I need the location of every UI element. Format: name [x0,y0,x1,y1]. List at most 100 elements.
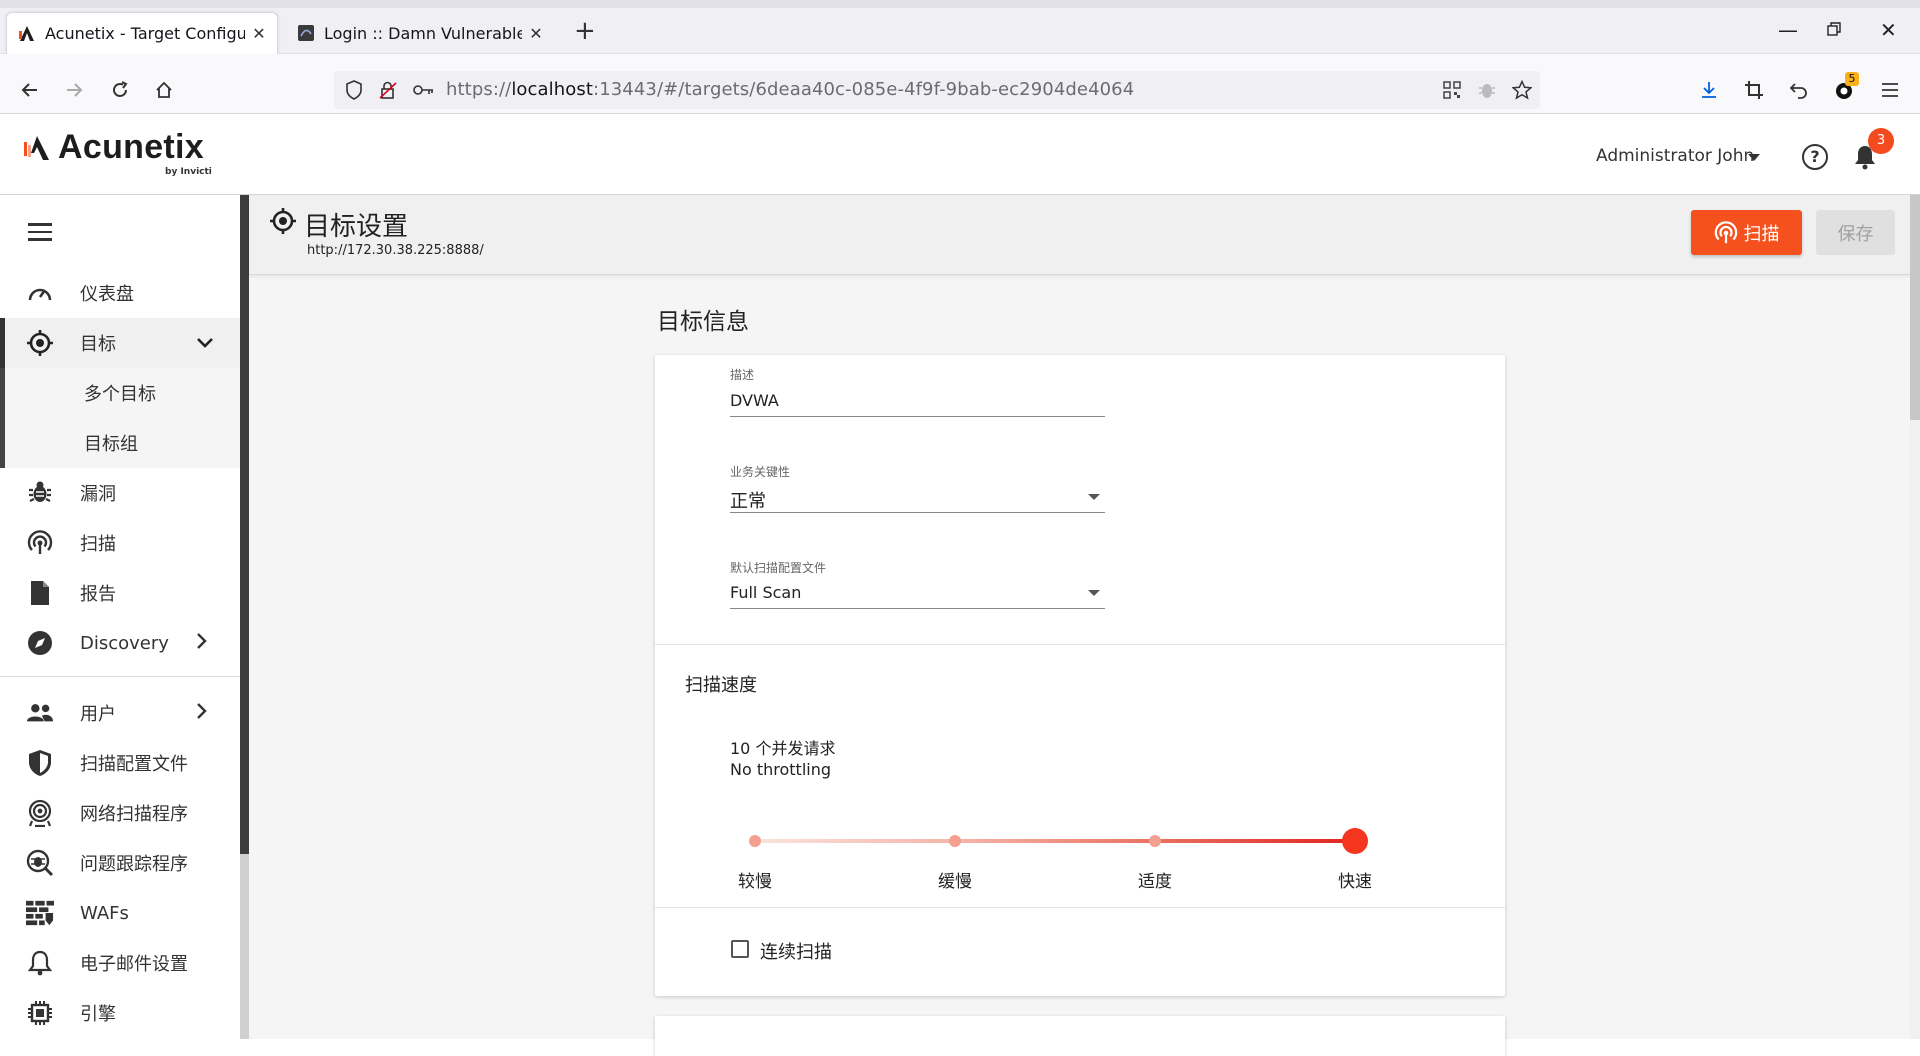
dropdown-caret-icon[interactable] [1088,590,1100,596]
scan-speed-slider[interactable] [755,839,1355,843]
app-menu-icon[interactable] [1878,78,1902,102]
report-document-icon [26,579,54,607]
user-menu-caret-icon[interactable] [1748,154,1760,161]
slider-stop-slow[interactable] [949,835,961,847]
chevron-right-icon[interactable] [196,632,208,655]
acunetix-logo[interactable]: Acunetix [22,128,204,167]
download-icon[interactable] [1697,78,1721,102]
sidebar-item-vulnerabilities[interactable]: 漏洞 [0,468,240,518]
slider-stop-moderate[interactable] [1149,835,1161,847]
sidebar-item-users[interactable]: 用户 [0,688,240,738]
continuous-scan-label[interactable]: 连续扫描 [760,938,832,964]
scan-button-label: 扫描 [1743,223,1780,245]
scan-speed-description: 10 个并发请求 [730,739,836,758]
bookmark-star-icon[interactable] [1510,78,1534,102]
description-label: 描述 [730,368,755,382]
tab-close-icon[interactable]: ✕ [251,24,267,43]
dvwa-favicon-icon [296,23,316,43]
crop-icon[interactable] [1742,78,1766,102]
sidebar-item-network-scanner[interactable]: 网络扫描程序 [0,788,240,838]
speed-label-fast[interactable]: 快速 [1338,867,1372,892]
sidebar-item-label: 用户 [80,704,116,725]
sidebar-item-reports[interactable]: 报告 [0,568,240,618]
scan-speed-throttle: No throttling [730,760,832,779]
tab-close-icon[interactable]: ✕ [528,24,544,43]
criticality-underline [730,512,1105,513]
help-icon[interactable]: ? [1802,144,1828,170]
sidebar-item-scan-profiles[interactable]: 扫描配置文件 [0,738,240,788]
criticality-select[interactable]: 正常 [730,487,766,513]
bug-icon [26,479,54,507]
main-scrollbar-thumb[interactable] [1910,195,1920,420]
firewall-icon [26,899,54,927]
key-icon[interactable] [412,78,436,102]
insecure-lock-icon[interactable] [376,78,400,102]
scan-profile-select[interactable]: Full Scan [730,583,801,602]
sidebar-item-email-settings[interactable]: 电子邮件设置 [0,938,240,988]
tab-bar-top-strip [0,0,1920,8]
sidebar-item-label: Discovery [80,632,169,654]
sidebar-item-wafs[interactable]: WAFs [0,888,240,938]
sidebar-scrollbar-track[interactable] [240,854,249,1039]
home-icon[interactable] [152,78,176,102]
logo-text: Acunetix [58,128,204,166]
sidebar-item-label: 扫描配置文件 [80,754,188,775]
target-crosshair-icon [26,329,54,357]
sidebar-item-label: 多个目标 [84,384,156,405]
sidebar-item-issue-tracker[interactable]: 问题跟踪程序 [0,838,240,888]
bug-extension-icon[interactable] [1475,78,1499,102]
sidebar-scrollbar-thumb[interactable] [240,195,249,854]
sidebar-item-engines[interactable]: 引擎 [0,988,240,1038]
chevron-right-icon[interactable] [196,702,208,725]
sidebar-item-dashboard[interactable]: 仪表盘 [0,268,240,318]
user-menu-name[interactable]: Administrator John [1596,146,1754,166]
next-settings-card [655,1016,1505,1056]
scan-radar-icon [1714,220,1737,243]
restore-icon[interactable] [1826,18,1842,42]
chevron-down-icon[interactable] [196,333,214,354]
sidebar-item-scans[interactable]: 扫描 [0,518,240,568]
url-path: :13443/#/targets/6deaa40c-085e-4f9f-9bab… [593,79,1135,100]
users-icon [26,699,54,727]
sidebar-item-label: 漏洞 [80,484,116,505]
qr-code-icon[interactable] [1440,78,1464,102]
minimize-icon[interactable]: — [1778,18,1798,42]
browser-tab-dvwa[interactable]: Login :: Damn Vulnerable We ✕ [286,12,554,54]
chip-icon [26,999,54,1027]
url-text[interactable]: https://localhost:13443/#/targets/6deaa4… [446,79,1134,100]
sidebar-subitem-target-groups[interactable]: 目标组 [0,418,240,468]
dropdown-caret-icon[interactable] [1088,494,1100,500]
sidebar-item-discovery[interactable]: Discovery [0,618,240,668]
description-underline [730,416,1105,417]
speed-label-slow[interactable]: 缓慢 [938,867,972,892]
reload-icon[interactable] [108,78,132,102]
sidebar-item-label: 仪表盘 [80,284,134,305]
speed-label-moderate[interactable]: 适度 [1138,867,1172,892]
slider-knob-fast[interactable] [1342,828,1368,854]
scan-speed-title: 扫描速度 [685,675,757,696]
scan-button[interactable]: 扫描 [1691,210,1802,255]
sidebar-item-label: 问题跟踪程序 [80,854,188,875]
sidebar-item-label: 扫描 [80,534,116,555]
continuous-scan-checkbox[interactable] [731,940,749,958]
target-crosshair-icon [269,207,297,239]
hamburger-menu-icon[interactable] [28,223,52,246]
save-button[interactable]: 保存 [1816,210,1895,255]
main-scrollbar[interactable] [1910,195,1920,1039]
sidebar-subitem-multiple-targets[interactable]: 多个目标 [0,368,240,418]
description-input[interactable]: DVWA [730,391,779,410]
back-arrow-icon[interactable] [18,78,42,102]
sidebar-item-targets[interactable]: 目标 [0,318,240,368]
sidebar-item-label: 目标组 [84,434,138,455]
extension-badge: 5 [1845,72,1859,86]
forward-arrow-icon[interactable] [62,78,86,102]
speed-label-slower[interactable]: 较慢 [738,867,772,892]
close-window-icon[interactable]: ✕ [1880,18,1897,42]
tracking-shield-icon[interactable] [342,78,366,102]
slider-stop-slower[interactable] [749,835,761,847]
page-header [249,195,1910,275]
card-divider [655,907,1505,908]
undo-arrow-icon[interactable] [1787,78,1811,102]
new-tab-icon[interactable]: + [574,18,596,44]
browser-tab-acunetix[interactable]: Acunetix - Target Configurati ✕ [6,12,278,54]
